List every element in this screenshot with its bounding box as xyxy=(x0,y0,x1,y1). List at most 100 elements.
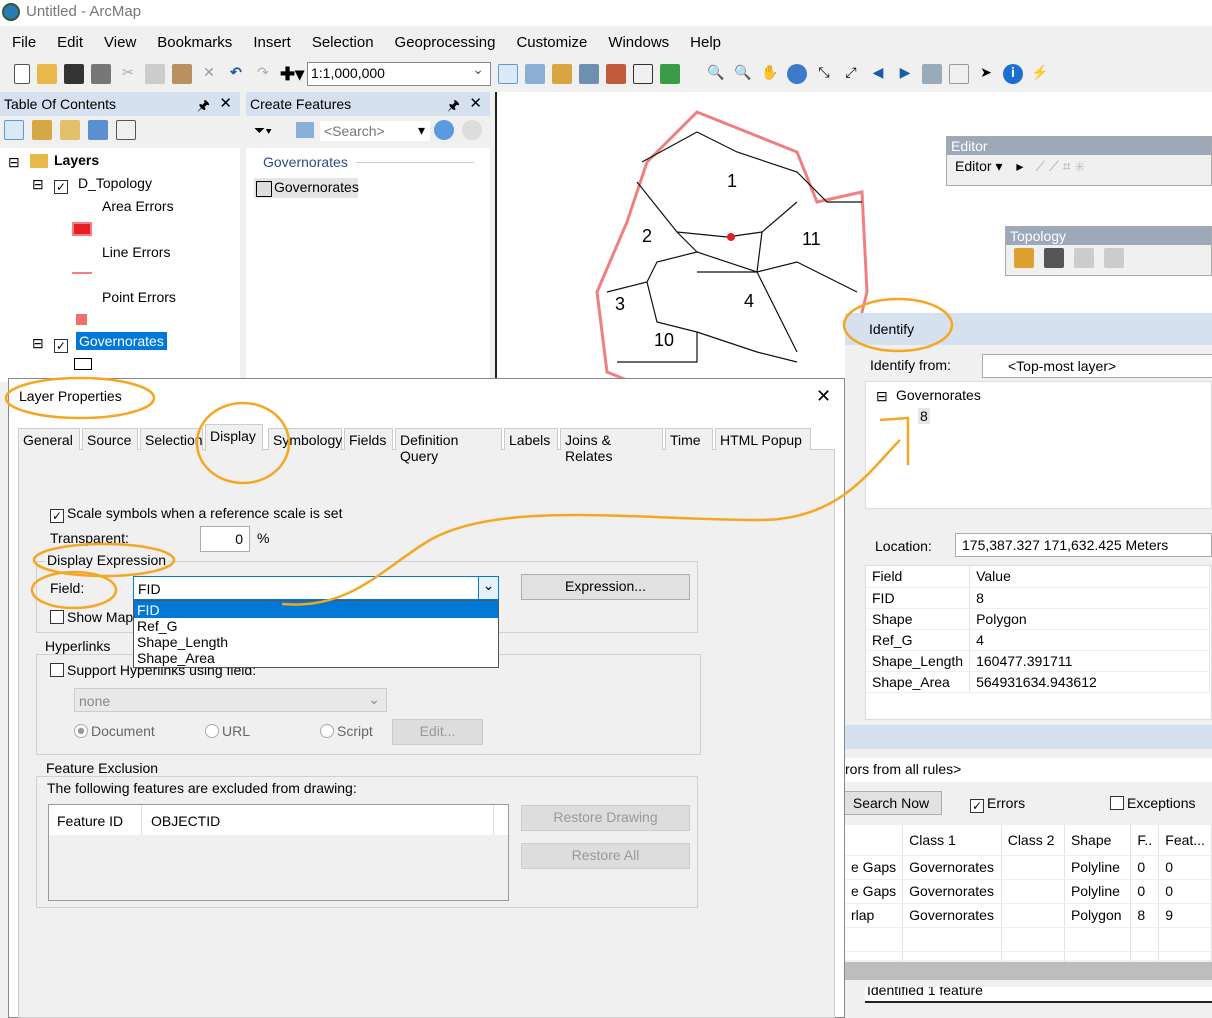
menu-file[interactable]: File xyxy=(0,30,45,56)
list-by-selection-icon[interactable] xyxy=(88,120,108,140)
redo-icon[interactable]: ↷ xyxy=(253,64,273,84)
menu-view[interactable]: View xyxy=(92,30,145,56)
column-header[interactable]: F.. xyxy=(1130,825,1160,856)
errors-checkbox[interactable]: ✓ Errors xyxy=(970,795,1025,813)
collapse-icon[interactable]: ⊟ xyxy=(32,335,44,352)
dialog-close-icon[interactable]: ✕ xyxy=(816,386,831,407)
map-scale-select[interactable]: 1:1,000,000 xyxy=(307,61,491,86)
print-icon[interactable] xyxy=(91,64,111,84)
column-header[interactable] xyxy=(845,825,904,856)
menu-insert[interactable]: Insert xyxy=(241,30,300,56)
radio-document[interactable]: Document xyxy=(74,723,155,739)
fixed-zoom-out-icon[interactable]: ⤢ xyxy=(841,64,861,84)
organize-templates-icon[interactable] xyxy=(296,122,314,138)
field-option[interactable]: Ref_G xyxy=(134,618,498,634)
open-icon[interactable] xyxy=(37,64,57,84)
tree-feature[interactable]: 8 xyxy=(918,408,930,424)
template-item-label[interactable]: Governorates xyxy=(274,179,359,195)
field-select[interactable]: FID ⌄ xyxy=(133,576,499,600)
list-by-drawing-order-icon[interactable] xyxy=(4,120,24,140)
error-row[interactable]: e Gaps Governorates Polyline 0 0 xyxy=(845,855,1212,880)
pan-icon[interactable]: ✋ xyxy=(760,64,780,84)
zoom-in-icon[interactable]: 🔍 xyxy=(706,64,726,84)
topology-edit-icon[interactable] xyxy=(1044,248,1064,268)
clear-search-icon[interactable] xyxy=(462,120,482,140)
undo-icon[interactable]: ↶ xyxy=(226,64,246,84)
field-option[interactable]: FID xyxy=(134,601,498,618)
tab-fields[interactable]: Fields xyxy=(344,428,393,450)
back-extent-icon[interactable]: ◀ xyxy=(868,64,888,84)
delete-icon[interactable]: ✕ xyxy=(199,64,219,84)
tab-symbology[interactable]: Symbology xyxy=(268,428,342,450)
menu-windows[interactable]: Windows xyxy=(596,30,678,56)
catalog-icon[interactable] xyxy=(552,64,572,84)
field-option[interactable]: Shape_Area xyxy=(134,650,498,666)
governorates-visibility-checkbox[interactable]: ✓ xyxy=(54,335,71,353)
hyperlink-field-select[interactable]: none ⌄ xyxy=(74,688,387,712)
validate-icon[interactable] xyxy=(1074,248,1094,268)
table-icon[interactable] xyxy=(525,64,545,84)
new-icon[interactable] xyxy=(14,64,30,84)
tab-general[interactable]: General xyxy=(18,428,80,450)
select-elements-icon[interactable]: ➤ xyxy=(976,64,996,84)
collapse-icon[interactable]: ⊟ xyxy=(32,176,44,193)
editor-toolbar-icon[interactable] xyxy=(498,64,518,84)
pin-icon[interactable]: 🖈 xyxy=(197,95,210,119)
identify-from-select[interactable]: <Top-most layer> xyxy=(982,354,1212,378)
menu-customize[interactable]: Customize xyxy=(504,30,596,56)
expression-button[interactable]: Expression... xyxy=(521,574,690,600)
model-builder-icon[interactable] xyxy=(660,64,680,84)
fixed-zoom-in-icon[interactable]: ⤡ xyxy=(814,64,834,84)
layers-root[interactable]: Layers xyxy=(54,152,99,168)
forward-extent-icon[interactable]: ▶ xyxy=(895,64,915,84)
save-icon[interactable] xyxy=(64,64,84,84)
close-icon[interactable]: ✕ xyxy=(219,94,232,112)
close-icon[interactable]: ✕ xyxy=(469,94,482,112)
clear-selection-icon[interactable] xyxy=(949,64,969,84)
template-search-input[interactable]: <Search> xyxy=(320,121,430,141)
menu-geoprocessing[interactable]: Geoprocessing xyxy=(383,30,505,56)
tab-display[interactable]: Display xyxy=(205,424,263,451)
collapse-icon[interactable]: ⊟ xyxy=(876,388,888,405)
fix-topology-icon[interactable] xyxy=(1104,248,1124,268)
options-icon[interactable] xyxy=(116,120,136,140)
tab-selection[interactable]: Selection xyxy=(140,428,203,450)
column-header[interactable]: Feat... xyxy=(1158,825,1212,856)
scrollbar[interactable] xyxy=(845,962,1212,980)
list-by-source-icon[interactable] xyxy=(32,120,52,140)
radio-url[interactable]: URL xyxy=(205,723,250,739)
search-dropdown-icon[interactable]: ▾ xyxy=(418,122,425,139)
edit-button[interactable]: Edit... xyxy=(392,719,483,745)
governorates-layer[interactable]: Governorates xyxy=(76,332,167,350)
column-header[interactable]: Class 1 xyxy=(902,825,1002,856)
search-window-icon[interactable] xyxy=(579,64,599,84)
restore-drawing-button[interactable]: Restore Drawing xyxy=(521,805,690,831)
tree-layer[interactable]: Governorates xyxy=(896,387,981,403)
chevron-down-icon[interactable]: ⌄ xyxy=(478,577,498,599)
paste-icon[interactable] xyxy=(172,64,192,84)
edit-tool-icon[interactable]: ▸ xyxy=(1016,158,1023,174)
menu-selection[interactable]: Selection xyxy=(300,30,383,56)
search-now-button[interactable]: Search Now xyxy=(840,791,942,815)
full-extent-icon[interactable] xyxy=(787,64,807,84)
sketch-tools-icon[interactable]: ⟋ ⟋ ⌗ ✳ xyxy=(1035,158,1085,174)
radio-script[interactable]: Script xyxy=(320,723,373,739)
python-icon[interactable] xyxy=(633,64,653,84)
identify-icon[interactable]: i xyxy=(1003,64,1023,84)
tab-html-popup[interactable]: HTML Popup xyxy=(715,428,811,450)
arctoolbox-icon[interactable] xyxy=(606,64,626,84)
menu-bookmarks[interactable]: Bookmarks xyxy=(145,30,241,56)
list-by-visibility-icon[interactable] xyxy=(60,120,80,140)
search-icon[interactable] xyxy=(434,120,454,140)
add-data-icon[interactable]: ✚▾ xyxy=(280,64,304,84)
filter-icon[interactable]: ⏷▾ xyxy=(254,122,272,139)
topology-visibility-checkbox[interactable]: ✓ xyxy=(54,176,71,194)
editor-menu-button[interactable]: Editor ▾ xyxy=(955,158,1003,174)
collapse-icon[interactable]: ⊟ xyxy=(8,154,20,171)
copy-icon[interactable] xyxy=(145,64,165,84)
menu-help[interactable]: Help xyxy=(678,30,730,56)
map-topology-icon[interactable] xyxy=(1014,248,1034,268)
show-errors-select[interactable]: rors from all rules> xyxy=(845,758,1212,782)
field-option[interactable]: Shape_Length xyxy=(134,634,498,650)
topology-layer[interactable]: D_Topology xyxy=(78,175,152,191)
